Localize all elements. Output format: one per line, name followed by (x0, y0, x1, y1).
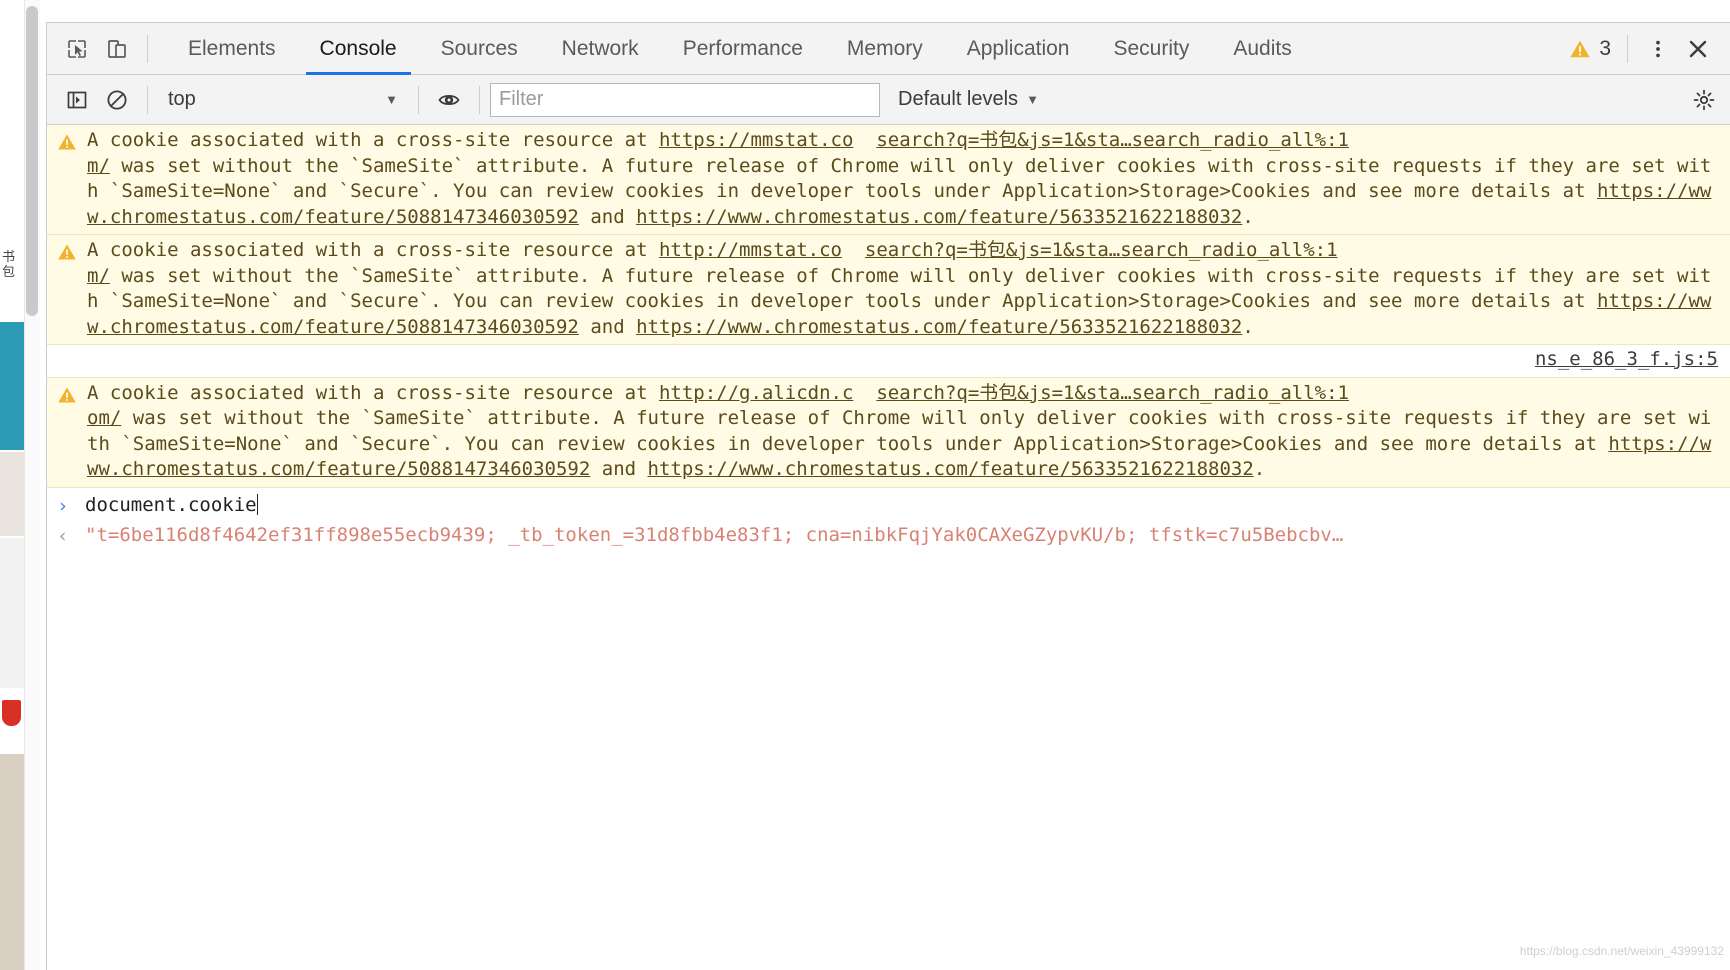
device-toolbar-icon[interactable] (97, 29, 137, 69)
panel-tabs: Elements Console Sources Network Perform… (166, 23, 1314, 75)
watermark: https://blog.csdn.net/weixin_43999132 (1519, 943, 1724, 958)
console-message-plain-text: and (578, 205, 637, 228)
console-warning-message[interactable]: A cookie associated with a cross-site re… (47, 125, 1730, 235)
warning-count-text: 3 (1599, 36, 1611, 60)
console-result-value: "t=6be116d8f4642ef31ff898e55ecb9439; _tb… (85, 524, 1344, 546)
console-message-plain-text: A cookie associated with a cross-site re… (87, 129, 659, 151)
console-message-plain-text: . (1242, 315, 1254, 338)
prompt-arrow-icon: › (57, 494, 69, 517)
tab-performance[interactable]: Performance (661, 23, 825, 75)
tab-application[interactable]: Application (945, 23, 1092, 75)
console-warning-message[interactable]: A cookie associated with a cross-site re… (47, 377, 1730, 488)
page-remnant-icon (2, 700, 21, 726)
clear-console-icon[interactable] (97, 80, 137, 120)
console-warning-message[interactable]: A cookie associated with a cross-site re… (47, 235, 1730, 345)
console-message-plain-text: A cookie associated with a cross-site re… (87, 381, 659, 404)
console-message-plain-text (853, 129, 876, 151)
warning-message-text: A cookie associated with a cross-site re… (87, 381, 1720, 483)
console-message-plain-text: . (1242, 205, 1254, 228)
tab-security[interactable]: Security (1091, 23, 1211, 75)
page-remnant-text: 书包 (2, 250, 16, 280)
live-expression-eye-icon[interactable] (429, 80, 469, 120)
console-message-plain-text: and (590, 458, 648, 480)
console-message-plain-text (842, 239, 865, 261)
warning-triangle-icon (57, 381, 87, 483)
screenshot-root: 书包 Elements Console Sources Network Perf… (0, 0, 1730, 970)
console-sidebar-toggle-icon[interactable] (57, 80, 97, 120)
text-caret (256, 493, 259, 515)
page-remnant-block (0, 754, 24, 970)
warning-count-badge[interactable]: 3 (1563, 37, 1617, 61)
tab-memory[interactable]: Memory (825, 23, 945, 75)
console-message-plain-text: was set without the `SameSite` attribute… (87, 264, 1712, 313)
page-remnant-block (0, 322, 24, 450)
tab-elements[interactable]: Elements (166, 23, 298, 75)
tab-sources[interactable]: Sources (419, 23, 540, 75)
execution-context-select[interactable]: top ▼ (158, 83, 408, 117)
console-result-row[interactable]: ‹ "t=6be116d8f4642ef31ff898e55ecb9439; _… (47, 521, 1730, 552)
log-levels-select[interactable]: Default levels ▼ (898, 88, 1039, 111)
console-input[interactable]: document.cookie (85, 493, 259, 519)
console-message-list[interactable]: A cookie associated with a cross-site re… (47, 125, 1730, 970)
page-remnant-block (0, 452, 24, 536)
filter-input[interactable] (490, 82, 880, 117)
console-message-link[interactable]: https://mmstat.co (659, 129, 853, 151)
settings-gear-icon[interactable] (1690, 80, 1730, 120)
page-scrollbar-thumb[interactable] (26, 6, 38, 316)
console-message-link[interactable]: https://www.chromestatus.com/feature/563… (636, 206, 1242, 228)
toolbar-divider (479, 85, 480, 114)
warning-triangle-icon (57, 128, 87, 230)
devtools-window: Elements Console Sources Network Perform… (46, 22, 1730, 970)
toolbar-divider (147, 34, 148, 63)
inspect-cursor-icon[interactable] (57, 29, 97, 69)
log-levels-label: Default levels (898, 88, 1019, 110)
chevron-down-icon: ▼ (385, 92, 398, 107)
console-filterbar: top ▼ Default levels ▼ (47, 75, 1730, 125)
result-arrow-icon: ‹ (57, 525, 69, 547)
warning-message-text: A cookie associated with a cross-site re… (87, 128, 1720, 230)
toolbar-divider (147, 85, 148, 114)
page-remnant: 书包 (0, 0, 46, 970)
console-message-plain-text: and (578, 315, 637, 338)
tab-network[interactable]: Network (540, 23, 661, 75)
warning-triangle-icon (1570, 40, 1590, 57)
console-message-link[interactable]: http://g.alicdn.c (659, 382, 853, 404)
execution-context-value: top (168, 88, 196, 110)
toolbar-divider (418, 85, 419, 114)
devtools-tabbar: Elements Console Sources Network Perform… (47, 23, 1730, 75)
tabbar-actions: 3 (1563, 29, 1730, 69)
console-message-plain-text: was set without the `SameSite` attribute… (87, 154, 1712, 203)
console-message-link[interactable]: https://www.chromestatus.com/feature/563… (636, 316, 1242, 338)
tab-audits[interactable]: Audits (1211, 23, 1313, 75)
close-icon[interactable] (1678, 29, 1718, 69)
source-file-link[interactable]: ns_e_86_3_f.js:5 (1535, 348, 1718, 370)
console-message-link[interactable]: http://mmstat.co (659, 239, 842, 261)
console-message-plain-text: A cookie associated with a cross-site re… (87, 239, 659, 261)
chevron-down-icon: ▼ (1026, 92, 1039, 107)
toolbar-divider (1627, 34, 1628, 63)
console-prompt-row[interactable]: › document.cookie (47, 487, 1730, 521)
kebab-menu-icon[interactable] (1638, 29, 1678, 69)
message-source-row: ns_e_86_3_f.js:5 (47, 345, 1730, 378)
tab-console[interactable]: Console (298, 23, 419, 75)
console-input-value: document.cookie (85, 493, 257, 516)
console-message-plain-text: was set without the `SameSite` attribute… (87, 407, 1712, 455)
console-message-plain-text: . (1253, 458, 1266, 480)
warning-message-text: A cookie associated with a cross-site re… (87, 238, 1720, 340)
warning-triangle-icon (57, 238, 87, 340)
console-message-link[interactable]: https://www.chromestatus.com/feature/563… (648, 458, 1254, 480)
page-remnant-block (0, 538, 24, 688)
console-message-plain-text (853, 382, 876, 404)
